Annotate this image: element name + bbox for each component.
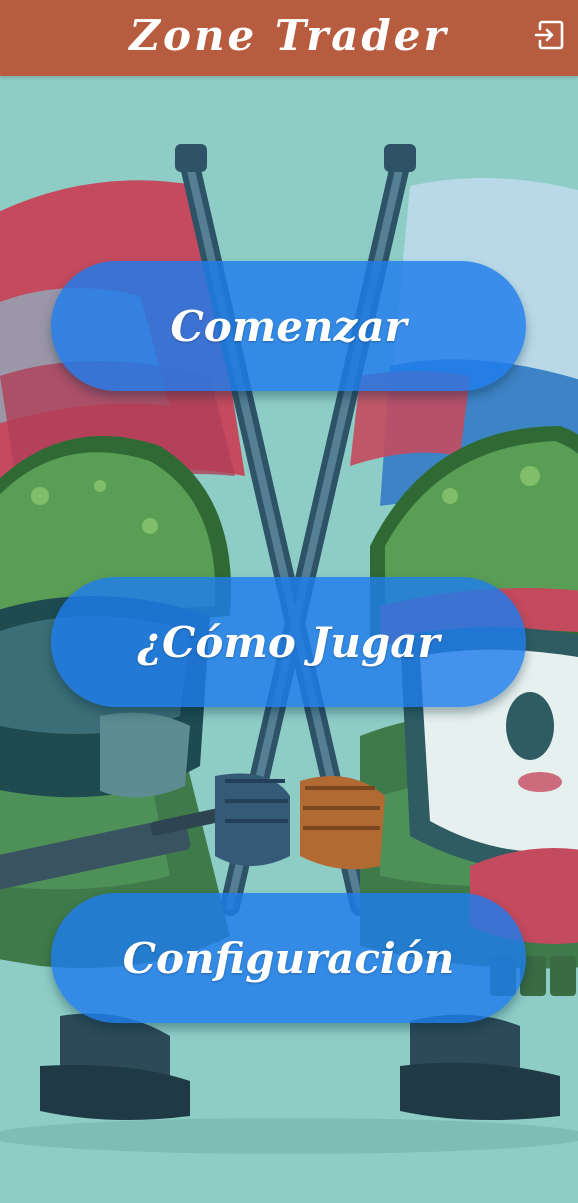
start-button-label: Comenzar [170,301,407,351]
logout-icon [534,20,564,50]
how-to-play-button[interactable]: ¿Cómo Jugar [51,577,526,707]
settings-button[interactable]: Configuración [51,893,526,1023]
start-button[interactable]: Comenzar [51,261,526,391]
how-to-play-button-label: ¿Cómo Jugar [137,617,440,667]
settings-button-label: Configuración [122,933,455,983]
app-header: Zone Trader [0,0,578,76]
main-menu-screen: Zone Trader Comenzar ¿Cómo Jugar Configu… [0,0,578,1203]
app-title: Zone Trader [129,11,449,60]
logout-button[interactable] [532,17,568,53]
